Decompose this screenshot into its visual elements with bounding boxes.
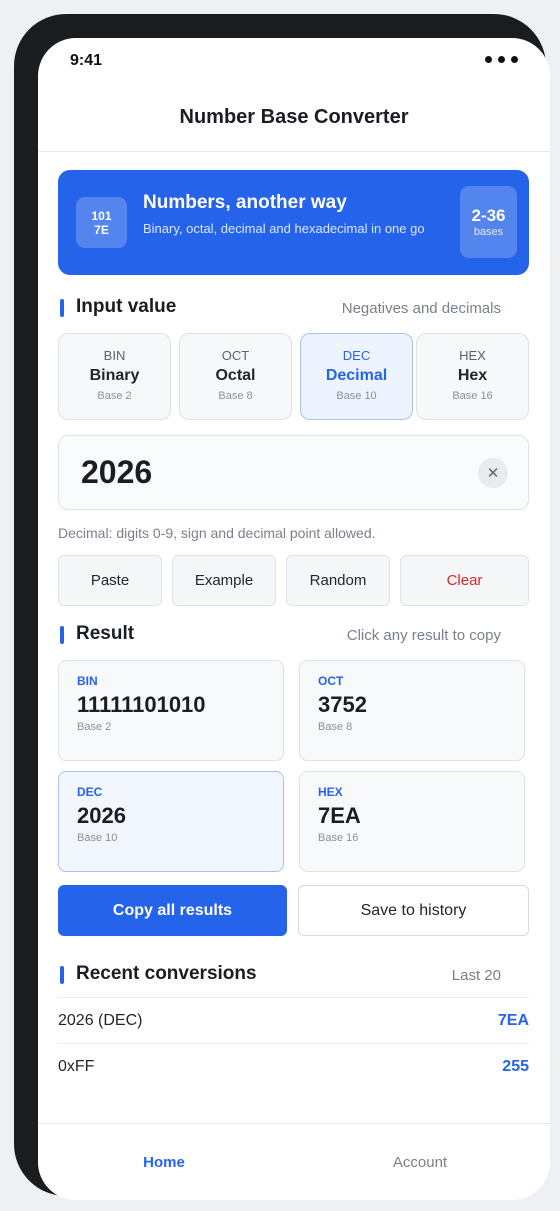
base-tab-bin[interactable]: BIN Binary Base 2 xyxy=(58,333,171,420)
input-actions: Paste Example Random Clear xyxy=(58,555,529,606)
base-tab-sub: Base 8 xyxy=(218,390,253,402)
copy-all-button[interactable]: Copy all results xyxy=(58,885,287,936)
history-row[interactable]: 2026 (DEC) 7EA xyxy=(58,997,529,1043)
base-tab-code: DEC xyxy=(342,348,371,363)
history-input: 0xFF xyxy=(58,1058,95,1075)
result-code: BIN xyxy=(77,674,98,688)
base-tab-oct[interactable]: OCT Octal Base 8 xyxy=(179,333,292,420)
base-selector: BIN Binary Base 2 OCT Octal Base 8 DEC D… xyxy=(58,333,529,420)
page-title: Number Base Converter xyxy=(179,106,409,128)
screen: 9:41 Number Base Converter 101 7E Number… xyxy=(38,38,550,1200)
history-output: 255 xyxy=(502,1058,529,1075)
history-input: 2026 (DEC) xyxy=(58,1012,143,1029)
app-logo: 101 7E xyxy=(76,197,127,248)
hero-banner: 101 7E Numbers, another way Binary, octa… xyxy=(58,170,529,275)
logo-line-1: 101 xyxy=(91,208,112,223)
result-section-hint: Click any result to copy xyxy=(346,627,501,644)
history-section-header: Recent conversions Last 20 xyxy=(58,963,501,987)
base-tab-code: HEX xyxy=(459,348,486,363)
paste-button[interactable]: Paste xyxy=(58,555,162,606)
example-button[interactable]: Example xyxy=(172,555,276,606)
logo-line-2: 7E xyxy=(94,222,109,237)
status-bar: 9:41 xyxy=(38,38,550,84)
base-tab-name: Binary xyxy=(89,367,140,384)
base-tab-name: Decimal xyxy=(325,367,388,384)
history-output: 7EA xyxy=(497,1012,529,1029)
hero-title: Numbers, another way xyxy=(143,192,347,213)
result-card-bin[interactable]: BIN 11111101010 Base 2 xyxy=(58,660,284,761)
base-tab-name: Octal xyxy=(215,367,256,384)
input-value-text[interactable]: 2026 xyxy=(81,454,152,491)
badge-value: 2-36 xyxy=(471,206,506,225)
base-tab-name: Hex xyxy=(457,367,488,384)
base-tab-sub: Base 2 xyxy=(97,390,132,402)
value-input[interactable]: 2026 ✕ xyxy=(58,435,529,510)
result-section-header: Result Click any result to copy xyxy=(58,623,501,647)
base-tab-dec[interactable]: DEC Decimal Base 10 xyxy=(300,333,413,420)
clear-button[interactable]: Clear xyxy=(400,555,529,606)
clear-input-icon[interactable]: ✕ xyxy=(478,458,508,488)
random-button[interactable]: Random xyxy=(286,555,390,606)
badge-label: bases xyxy=(473,226,504,238)
bases-badge: 2-36 bases xyxy=(460,186,517,258)
result-section-title: Result xyxy=(76,623,135,644)
base-tab-sub: Base 10 xyxy=(336,390,377,402)
result-card-dec[interactable]: DEC 2026 Base 10 xyxy=(58,771,284,872)
result-value: 2026 xyxy=(77,803,126,828)
history-section-hint: Last 20 xyxy=(451,967,501,984)
result-code: DEC xyxy=(77,785,103,799)
result-value: 3752 xyxy=(318,692,367,717)
result-sub: Base 10 xyxy=(77,832,118,844)
history-row[interactable]: 0xFF 255 xyxy=(58,1043,529,1089)
result-value: 7EA xyxy=(318,803,361,828)
result-card-oct[interactable]: OCT 3752 Base 8 xyxy=(299,660,525,761)
result-code: OCT xyxy=(318,674,344,688)
tab-account[interactable]: Account xyxy=(360,1154,480,1171)
section-accent-bar xyxy=(60,966,64,984)
result-code: HEX xyxy=(318,785,343,799)
base-tab-code: OCT xyxy=(221,348,250,363)
base-tab-code: BIN xyxy=(103,348,126,363)
more-icon[interactable] xyxy=(485,56,518,63)
hero-subtitle: Binary, octal, decimal and hexadecimal i… xyxy=(143,221,425,236)
section-accent-bar xyxy=(60,626,64,644)
section-accent-bar xyxy=(60,299,64,317)
app-bar: Number Base Converter xyxy=(38,84,550,152)
history-section-title: Recent conversions xyxy=(76,963,257,984)
base-tab-hex[interactable]: HEX Hex Base 16 xyxy=(416,333,529,420)
input-section-title: Input value xyxy=(76,296,177,317)
input-section-header: Input value Negatives and decimals xyxy=(58,296,501,320)
save-history-button[interactable]: Save to history xyxy=(298,885,529,936)
tab-home[interactable]: Home xyxy=(104,1154,224,1171)
result-value: 11111101010 xyxy=(77,692,206,717)
result-sub: Base 2 xyxy=(77,721,112,733)
result-card-hex[interactable]: HEX 7EA Base 16 xyxy=(299,771,525,872)
result-sub: Base 16 xyxy=(318,832,359,844)
bottom-tab-bar: Home Account xyxy=(38,1123,550,1200)
input-section-hint: Negatives and decimals xyxy=(341,300,501,317)
base-tab-sub: Base 16 xyxy=(452,390,493,402)
input-helper-text: Decimal: digits 0-9, sign and decimal po… xyxy=(58,525,376,541)
status-time: 9:41 xyxy=(70,52,103,69)
result-sub: Base 8 xyxy=(318,721,353,733)
phone-frame: 9:41 Number Base Converter 101 7E Number… xyxy=(14,14,550,1200)
